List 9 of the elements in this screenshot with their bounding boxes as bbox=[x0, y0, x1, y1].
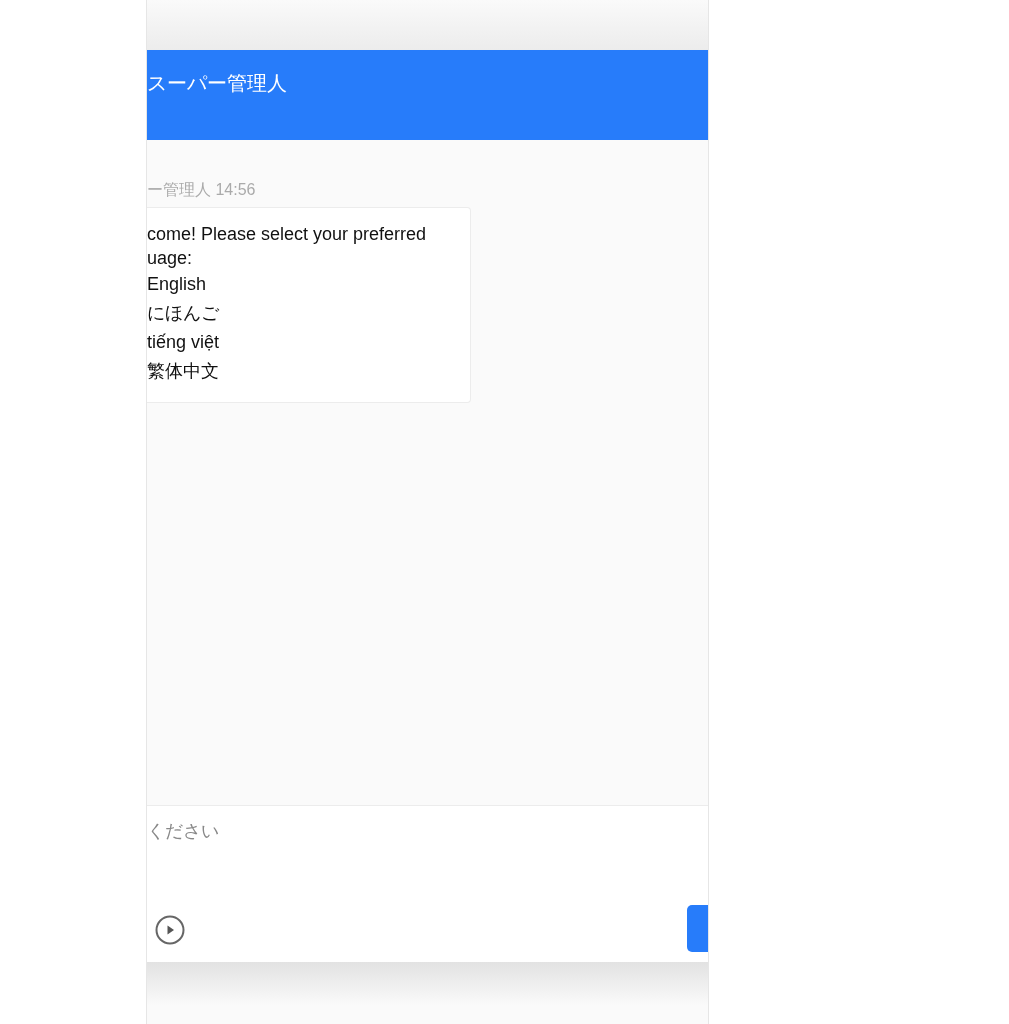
sender-time: ー管理人 14:56 bbox=[147, 181, 256, 198]
language-option[interactable]: tiếng việt bbox=[147, 332, 220, 352]
chat-title: スーパー管理人 bbox=[147, 72, 287, 94]
message-input[interactable]: ください bbox=[147, 806, 708, 845]
language-option[interactable]: English bbox=[147, 274, 207, 294]
language-option[interactable]: にほんご bbox=[147, 303, 219, 323]
play-icon[interactable] bbox=[155, 915, 185, 945]
language-option[interactable]: 繁体中文 bbox=[147, 361, 219, 381]
message-text: come! Please select your preferred uage: bbox=[147, 223, 428, 270]
